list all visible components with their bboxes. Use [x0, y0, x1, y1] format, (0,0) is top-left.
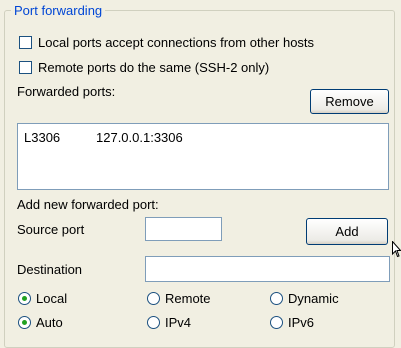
destination-input[interactable]	[145, 256, 390, 282]
group-title: Port forwarding	[11, 3, 106, 18]
forwarded-port-destination: 127.0.0.1:3306	[96, 130, 183, 145]
list-item[interactable]: L3306 127.0.0.1:3306	[24, 130, 183, 145]
radio-button[interactable]	[18, 316, 31, 329]
radio-button[interactable]	[270, 316, 283, 329]
source-port-label: Source port	[17, 222, 85, 237]
forwarded-ports-list[interactable]: L3306 127.0.0.1:3306	[17, 123, 389, 190]
radio-auto-label: Auto	[36, 315, 63, 330]
radio-local-label: Local	[36, 291, 68, 306]
checkbox-box[interactable]	[19, 61, 32, 74]
add-new-label: Add new forwarded port:	[17, 197, 159, 212]
remote-same-label: Remote ports do the same (SSH-2 only)	[38, 60, 270, 75]
forwarded-ports-label: Forwarded ports:	[17, 84, 116, 99]
destination-label: Destination	[17, 262, 83, 277]
radio-ipv6-label: IPv6	[288, 315, 315, 330]
radio-local[interactable]: Local	[18, 291, 67, 306]
arrow-cursor-icon	[392, 241, 401, 258]
radio-auto[interactable]: Auto	[18, 315, 63, 330]
radio-dynamic[interactable]: Dynamic	[270, 291, 339, 306]
forwarded-port-key: L3306	[24, 130, 61, 145]
local-accept-label: Local ports accept connections from othe…	[38, 35, 315, 50]
remote-same-checkbox[interactable]: Remote ports do the same (SSH-2 only)	[19, 60, 269, 75]
radio-remote[interactable]: Remote	[147, 291, 211, 306]
radio-remote-label: Remote	[165, 291, 211, 306]
radio-ipv4[interactable]: IPv4	[147, 315, 191, 330]
local-accept-checkbox[interactable]: Local ports accept connections from othe…	[19, 35, 314, 50]
radio-dynamic-label: Dynamic	[288, 291, 339, 306]
radio-button[interactable]	[147, 316, 160, 329]
radio-button[interactable]	[18, 292, 31, 305]
radio-ipv6[interactable]: IPv6	[270, 315, 314, 330]
remove-button[interactable]: Remove	[310, 89, 389, 114]
radio-button[interactable]	[270, 292, 283, 305]
radio-button[interactable]	[147, 292, 160, 305]
source-port-input[interactable]	[145, 217, 222, 241]
radio-ipv4-label: IPv4	[165, 315, 192, 330]
add-button[interactable]: Add	[306, 218, 388, 245]
checkbox-box[interactable]	[19, 36, 32, 49]
